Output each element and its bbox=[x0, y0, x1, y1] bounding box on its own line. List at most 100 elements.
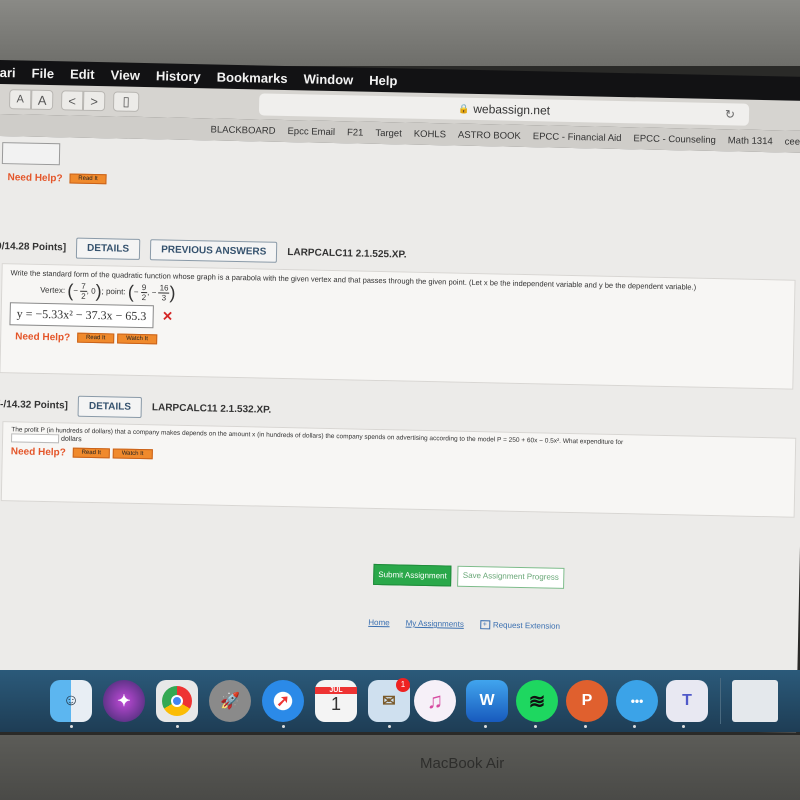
previous-answers-button[interactable]: PREVIOUS ANSWERS bbox=[149, 239, 278, 263]
running-indicator bbox=[388, 725, 391, 728]
back-button[interactable]: < bbox=[60, 90, 84, 111]
assignment-actions: Submit Assignment Save Assignment Progre… bbox=[373, 563, 565, 589]
menu-file[interactable]: File bbox=[31, 65, 54, 80]
recent-window-thumbnail[interactable] bbox=[732, 680, 778, 722]
running-indicator bbox=[484, 725, 487, 728]
details-button[interactable]: DETAILS bbox=[75, 237, 141, 260]
bookmark-counseling[interactable]: EPCC - Counseling bbox=[633, 133, 716, 146]
finder-icon[interactable]: ☺ bbox=[50, 680, 92, 722]
bookmark-kohls[interactable]: KOHLS bbox=[414, 128, 446, 140]
calendar-plus-icon: + bbox=[479, 620, 490, 630]
text-larger-button[interactable]: A bbox=[30, 89, 54, 111]
webassign-page: Need Help? Read It 0/14.28 Points] DETAI… bbox=[0, 135, 800, 713]
running-indicator bbox=[633, 725, 636, 728]
lock-icon: 🔒 bbox=[458, 103, 470, 114]
need-help-label: Need Help? bbox=[15, 331, 71, 344]
question-2-points: [-/14.32 Points] bbox=[0, 399, 69, 412]
launchpad-icon[interactable]: 🚀 bbox=[209, 680, 251, 722]
teams-icon[interactable]: T bbox=[666, 680, 708, 722]
menu-history[interactable]: History bbox=[156, 68, 201, 84]
siri-icon[interactable]: ✦ bbox=[103, 680, 145, 722]
bookmark-cengage[interactable]: ceengage bbox=[785, 136, 800, 148]
point-y-fraction: 16 3 bbox=[158, 283, 170, 303]
word-icon[interactable]: W bbox=[466, 680, 508, 722]
running-indicator bbox=[176, 725, 179, 728]
running-indicator bbox=[534, 725, 537, 728]
calendar-day: 1 bbox=[330, 694, 341, 714]
menu-bookmarks[interactable]: Bookmarks bbox=[217, 69, 288, 85]
running-indicator bbox=[584, 725, 587, 728]
home-link[interactable]: Home bbox=[368, 618, 390, 627]
expenditure-input[interactable] bbox=[10, 433, 60, 444]
incorrect-icon: ✕ bbox=[161, 308, 174, 324]
bookmark-target[interactable]: Target bbox=[375, 127, 402, 139]
url-text: webassign.net bbox=[473, 101, 551, 118]
question-1-points: 0/14.28 Points] bbox=[0, 240, 67, 254]
point-y-sign: − bbox=[151, 287, 157, 297]
request-extension-label: Request Extension bbox=[492, 620, 561, 631]
spotify-icon[interactable]: ≋ bbox=[516, 680, 558, 722]
read-it-button[interactable]: Read It bbox=[69, 173, 107, 185]
reload-icon[interactable]: ↻ bbox=[725, 107, 735, 121]
bookmark-math-1314[interactable]: Math 1314 bbox=[728, 135, 773, 147]
question-1-code: LARPCALC11 2.1.525.XP. bbox=[287, 247, 407, 261]
menu-help[interactable]: Help bbox=[369, 72, 397, 88]
read-it-button[interactable]: Read It bbox=[72, 447, 111, 459]
forward-button[interactable]: > bbox=[82, 90, 106, 112]
calendar-icon[interactable]: JUL 1 bbox=[315, 680, 357, 722]
vertex-label: Vertex: bbox=[40, 285, 66, 296]
messages-icon[interactable]: ••• bbox=[616, 680, 658, 722]
watch-it-button[interactable]: Watch It bbox=[117, 333, 158, 345]
read-it-button[interactable]: Read It bbox=[76, 333, 115, 344]
bezel-bottom bbox=[0, 735, 800, 800]
bookmark-epcc-email[interactable]: Epcc Email bbox=[287, 126, 335, 138]
question-2-body: The profit P (in hundreds of dollars) th… bbox=[0, 421, 797, 518]
menu-app[interactable]: ari bbox=[0, 64, 16, 79]
point-x-fraction: 92 bbox=[140, 283, 148, 303]
vertex-x-sign: − bbox=[73, 286, 79, 296]
bookmark-astro-book[interactable]: ASTRO BOOK bbox=[458, 129, 521, 141]
submit-assignment-button[interactable]: Submit Assignment bbox=[373, 563, 452, 587]
menu-window[interactable]: Window bbox=[303, 71, 353, 87]
request-extension-link[interactable]: + Request Extension bbox=[479, 620, 561, 631]
previous-answer-input[interactable] bbox=[1, 142, 61, 166]
device-label: MacBook Air bbox=[420, 755, 505, 772]
running-indicator bbox=[682, 725, 685, 728]
point-x-sign: − bbox=[133, 287, 139, 297]
need-help-label: Need Help? bbox=[7, 172, 63, 185]
mail-badge: 1 bbox=[396, 678, 410, 692]
need-help-label: Need Help? bbox=[10, 446, 66, 459]
save-progress-button[interactable]: Save Assignment Progress bbox=[457, 565, 565, 589]
screen: ari File Edit View History Bookmarks Win… bbox=[0, 60, 800, 757]
text-smaller-button[interactable]: A bbox=[8, 89, 32, 110]
safari-icon[interactable]: ➚ bbox=[262, 680, 304, 722]
calendar-month: JUL bbox=[315, 687, 357, 694]
dock: ☺ ✦ 🚀 ➚ JUL 1 ✉ 1 ♫ W ≋ P ••• T bbox=[0, 670, 800, 732]
question-2-code: LARPCALC11 2.1.532.XP. bbox=[151, 402, 272, 416]
point-label: point: bbox=[105, 286, 126, 297]
answer-input[interactable]: y = −5.33x² − 37.3x − 65.3 bbox=[9, 302, 154, 329]
question-1: 0/14.28 Points] DETAILS PREVIOUS ANSWERS… bbox=[0, 236, 796, 390]
footer-links: Home My Assignments + Request Extension bbox=[368, 618, 560, 631]
sidebar-toggle-icon[interactable]: ▯ bbox=[112, 91, 140, 112]
running-indicator bbox=[70, 725, 73, 728]
top-help-row: Need Help? Read It bbox=[7, 172, 107, 185]
powerpoint-icon[interactable]: P bbox=[566, 680, 608, 722]
dock-divider bbox=[720, 678, 721, 724]
question-1-body: Write the standard form of the quadratic… bbox=[0, 263, 796, 390]
menu-edit[interactable]: Edit bbox=[70, 66, 95, 82]
running-indicator bbox=[282, 725, 285, 728]
text-size-group: A A bbox=[8, 89, 54, 111]
bookmark-blackboard[interactable]: BLACKBOARD bbox=[210, 124, 275, 136]
my-assignments-link[interactable]: My Assignments bbox=[406, 619, 464, 629]
watch-it-button[interactable]: Watch It bbox=[112, 448, 153, 460]
menu-view[interactable]: View bbox=[110, 67, 140, 83]
bookmark-f21[interactable]: F21 bbox=[347, 127, 364, 138]
music-icon[interactable]: ♫ bbox=[414, 680, 456, 722]
bezel-top bbox=[0, 0, 800, 66]
nav-group: < > bbox=[60, 90, 106, 112]
chrome-icon[interactable] bbox=[156, 680, 198, 722]
details-button[interactable]: DETAILS bbox=[77, 395, 143, 419]
address-bar[interactable]: 🔒 webassign.net ↻ bbox=[258, 93, 750, 126]
bookmark-financial-aid[interactable]: EPCC - Financial Aid bbox=[533, 131, 622, 144]
